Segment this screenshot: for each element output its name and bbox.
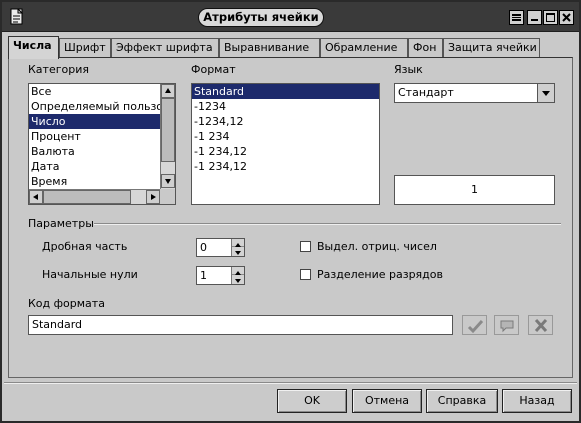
list-item[interactable]: Standard (192, 84, 379, 99)
window-title: Атрибуты ячейки (198, 8, 324, 27)
tab-label: Числа (13, 39, 52, 52)
tab-label: Выравнивание (224, 41, 310, 54)
category-vertical-scrollbar[interactable] (160, 84, 175, 190)
list-item[interactable]: Валюта (29, 144, 175, 159)
accept-format-button[interactable] (462, 315, 487, 335)
thousands-separator-label[interactable]: Разделение разрядов (317, 268, 443, 281)
back-button[interactable]: Назад (502, 389, 572, 413)
list-item[interactable]: Определяемый пользо (29, 99, 175, 114)
edit-comment-button[interactable] (494, 315, 519, 335)
list-item[interactable]: -1234,12 (192, 114, 379, 129)
tab-label: Фон (413, 41, 437, 54)
leading-zeros-spinner[interactable]: 1 (196, 266, 245, 285)
list-item[interactable]: Процент (29, 129, 175, 144)
decimal-places-spinner[interactable]: 0 (196, 238, 245, 257)
scroll-right-button[interactable] (146, 190, 160, 204)
close-button[interactable] (559, 10, 574, 25)
negative-red-label[interactable]: Выдел. отриц. чисел (317, 240, 437, 253)
list-item[interactable]: Время (29, 174, 175, 189)
spin-up-arrow[interactable] (232, 267, 244, 275)
scroll-thumb[interactable] (161, 98, 175, 162)
decimal-places-value: 0 (200, 241, 207, 254)
maximize-button[interactable] (543, 10, 558, 25)
format-listbox[interactable]: Standard -1234 -1234,12 -1 234 -1 234,12… (191, 83, 380, 205)
help-button[interactable]: Справка (426, 389, 498, 413)
leading-zeros-label: Начальные нули (42, 268, 138, 281)
spin-up-arrow[interactable] (232, 239, 244, 247)
app-document-icon[interactable] (8, 8, 26, 26)
tab-font[interactable]: Шрифт (59, 38, 111, 58)
window-menu-button[interactable] (509, 10, 524, 25)
format-preview: 1 (394, 175, 555, 205)
list-item[interactable]: Число (29, 114, 175, 129)
tab-label: Шрифт (64, 41, 106, 54)
tab-cell-protection[interactable]: Защита ячейки (443, 38, 540, 58)
format-code-field[interactable]: Standard (28, 315, 453, 335)
spinner-arrows[interactable] (231, 267, 244, 284)
thousands-separator-checkbox[interactable] (300, 269, 311, 280)
dropdown-button[interactable] (537, 84, 554, 102)
spinner-arrows[interactable] (231, 239, 244, 256)
category-horizontal-scrollbar[interactable] (29, 189, 161, 204)
options-section-label: Параметры (28, 217, 94, 230)
cell-attributes-dialog: Атрибуты ячейки Числа Шрифт Эффект шрифт… (0, 0, 581, 423)
list-item[interactable]: Дата (29, 159, 175, 174)
format-code-label: Код формата (28, 297, 105, 310)
tab-numbers[interactable]: Числа (8, 36, 59, 59)
scroll-up-button[interactable] (161, 84, 175, 98)
list-item[interactable]: Все (29, 84, 175, 99)
scroll-thumb[interactable] (43, 190, 131, 204)
title-bar[interactable]: Атрибуты ячейки (2, 2, 579, 32)
language-value: Стандарт (398, 86, 454, 99)
tab-label: Обрамление (325, 41, 398, 54)
tab-label: Эффект шрифта (116, 41, 213, 54)
tab-borders[interactable]: Обрамление (320, 38, 408, 58)
tab-background[interactable]: Фон (408, 38, 443, 58)
category-listbox[interactable]: Все Определяемый пользо Число Процент Ва… (28, 83, 176, 205)
cancel-button[interactable]: Отмена (352, 389, 422, 413)
tab-font-effects[interactable]: Эффект шрифта (111, 38, 219, 58)
decimal-places-label: Дробная часть (42, 240, 128, 253)
list-item[interactable]: -1 234,12 (192, 159, 379, 174)
negative-red-checkbox[interactable] (300, 241, 311, 252)
scroll-corner (160, 189, 175, 204)
format-label: Формат (191, 63, 236, 76)
delete-format-button[interactable] (528, 315, 553, 335)
language-dropdown[interactable]: Стандарт (394, 83, 555, 103)
list-item[interactable]: -1234 (192, 99, 379, 114)
category-label: Категория (28, 63, 89, 76)
list-item[interactable]: -1 234 (192, 129, 379, 144)
tab-alignment[interactable]: Выравнивание (219, 38, 320, 58)
scroll-down-button[interactable] (161, 174, 175, 188)
scroll-left-button[interactable] (29, 190, 43, 204)
options-separator (94, 223, 561, 225)
spin-down-arrow[interactable] (232, 247, 244, 255)
spin-down-arrow[interactable] (232, 275, 244, 283)
list-item[interactable]: -1 234,12 (192, 144, 379, 159)
tab-label: Защита ячейки (448, 41, 537, 54)
minimize-button[interactable] (527, 10, 542, 25)
leading-zeros-value: 1 (200, 269, 207, 282)
ok-button[interactable]: OK (277, 389, 347, 413)
button-row-separator (4, 382, 577, 384)
language-label: Язык (394, 63, 423, 76)
format-code-value: Standard (32, 318, 83, 331)
